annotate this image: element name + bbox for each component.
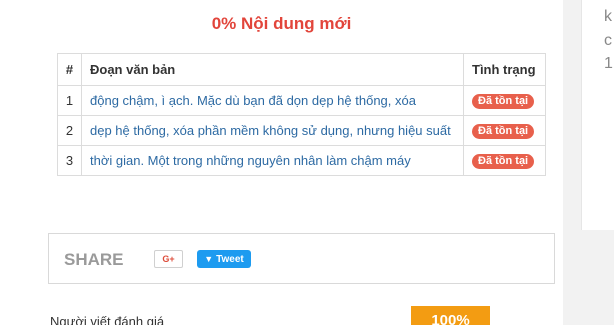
row-number: 2 <box>57 115 82 146</box>
status-cell: Đã tồn tại <box>463 145 546 176</box>
column-header-status: Tình trạng <box>463 53 546 86</box>
status-badge: Đã tồn tại <box>472 124 535 139</box>
twitter-bird-icon: ▼ <box>204 254 214 264</box>
side-text-fragment: k <box>604 8 612 25</box>
table-row: 3 thời gian. Một trong những nguyên nhân… <box>57 145 546 176</box>
side-text-fragment: c <box>604 32 612 49</box>
status-badge: Đã tồn tại <box>472 94 535 109</box>
score-box: 100% <box>411 306 490 325</box>
side-panel: k c 1 <box>581 0 614 230</box>
share-label: SHARE <box>64 250 124 269</box>
tweet-label: Tweet <box>216 254 244 265</box>
plagiarism-result-card: 0% Nội dung mới # Đoạn văn bản Tình trạn… <box>0 0 563 325</box>
result-heading: 0% Nội dung mới <box>211 14 352 33</box>
row-number: 1 <box>57 85 82 116</box>
rating-label: Người viết đánh giá <box>50 314 165 325</box>
status-badge: Đã tồn tại <box>472 154 535 169</box>
table-row: 1 động chậm, ì ạch. Mặc dù bạn đã dọn dẹ… <box>57 85 546 116</box>
row-text-link[interactable]: động chậm, ì ạch. Mặc dù bạn đã dọn dẹp … <box>81 85 464 116</box>
status-cell: Đã tồn tại <box>463 85 546 116</box>
row-text-link[interactable]: dẹp hệ thống, xóa phần mềm không sử dụng… <box>81 115 464 146</box>
row-text-link[interactable]: thời gian. Một trong những nguyên nhân l… <box>81 145 464 176</box>
table-row: 2 dẹp hệ thống, xóa phần mềm không sử dụ… <box>57 115 546 146</box>
results-table: # Đoạn văn bản Tình trạng 1 động chậm, ì… <box>57 53 546 176</box>
column-header-text: Đoạn văn bản <box>81 53 464 86</box>
row-number: 3 <box>57 145 82 176</box>
table-header-row: # Đoạn văn bản Tình trạng <box>57 53 546 86</box>
tweet-button[interactable]: ▼ Tweet <box>197 250 251 268</box>
google-plus-label: G+ <box>162 254 175 264</box>
side-text-fragment: 1 <box>604 55 613 72</box>
column-header-num: # <box>57 53 82 86</box>
status-cell: Đã tồn tại <box>463 115 546 146</box>
share-box: SHARE G+ ▼ Tweet <box>48 233 555 284</box>
google-plus-button[interactable]: G+ <box>154 250 183 268</box>
